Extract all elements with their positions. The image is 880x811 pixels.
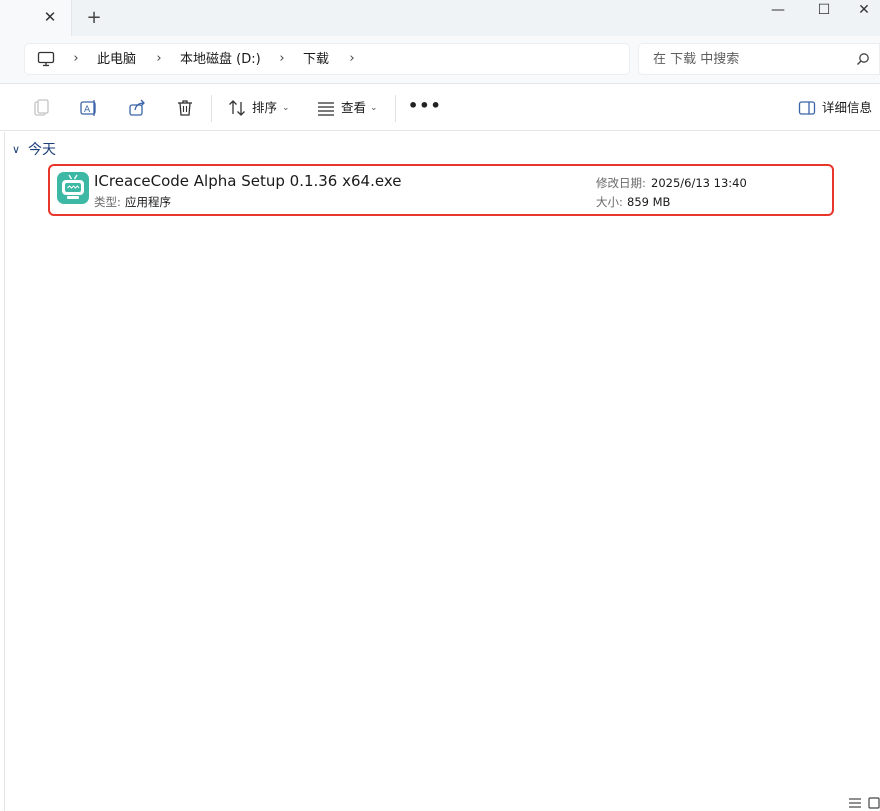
details-pane-icon	[798, 101, 816, 115]
chevron-down-icon: ⌄	[370, 103, 378, 113]
modified-date-key: 修改日期:	[596, 176, 646, 190]
breadcrumb-chevron-icon[interactable]: ›	[347, 50, 357, 68]
breadcrumb-chevron-icon[interactable]: ›	[277, 50, 287, 68]
file-name: ICreaceCode Alpha Setup 0.1.36 x64.exe	[94, 172, 402, 190]
address-row: › 此电脑 › 本地磁盘 (D:) › 下载 › 在 下载 中搜索	[0, 36, 880, 84]
file-row[interactable]: ICreaceCode Alpha Setup 0.1.36 x64.exe 类…	[48, 164, 834, 216]
share-icon[interactable]	[127, 98, 147, 118]
details-pane-button[interactable]: 详细信息	[796, 85, 880, 131]
tiles-view-icon[interactable]	[868, 797, 880, 809]
maximize-button[interactable]: ☐	[802, 0, 846, 22]
breadcrumb-chevron-icon[interactable]: ›	[154, 50, 164, 68]
toolbar-divider	[211, 95, 212, 122]
computer-icon[interactable]	[37, 51, 55, 67]
file-list	[0, 132, 880, 811]
title-bar: ✕ + — ☐ ✕	[0, 0, 880, 36]
search-input[interactable]: 在 下载 中搜索	[638, 43, 880, 75]
svg-text:A: A	[84, 105, 91, 115]
group-title: 今天	[28, 142, 56, 158]
close-tab-icon[interactable]: ✕	[41, 8, 59, 26]
view-label: 查看	[341, 100, 367, 115]
file-size-key: 大小:	[596, 195, 623, 209]
rename-icon[interactable]: A	[79, 98, 99, 118]
chevron-down-icon[interactable]: ∨	[12, 140, 20, 160]
breadcrumb-downloads[interactable]: 下载	[303, 50, 329, 70]
chevron-down-icon: ⌄	[282, 103, 290, 113]
pane-divider	[4, 132, 5, 811]
details-label: 详细信息	[822, 100, 873, 115]
more-options-button[interactable]: •••	[408, 97, 441, 117]
breadcrumb-local-disk[interactable]: 本地磁盘 (D:)	[180, 50, 261, 70]
toolbar-divider	[395, 95, 396, 122]
file-type-value: 应用程序	[125, 195, 171, 209]
sort-icon	[229, 100, 245, 116]
modified-date-value: 2025/6/13 13:40	[651, 176, 747, 190]
file-type-key: 类型:	[94, 195, 121, 209]
search-icon[interactable]	[856, 52, 870, 66]
close-window-button[interactable]: ✕	[842, 0, 880, 22]
sort-label: 排序	[252, 100, 278, 115]
paste-icon[interactable]	[31, 98, 51, 118]
minimize-button[interactable]: —	[756, 0, 800, 22]
sort-button[interactable]: 排序 ⌄	[224, 85, 296, 131]
delete-icon[interactable]	[175, 98, 195, 118]
address-bar[interactable]: › 此电脑 › 本地磁盘 (D:) › 下载 ›	[24, 43, 630, 75]
search-placeholder: 在 下载 中搜索	[653, 52, 740, 67]
new-tab-button[interactable]: +	[84, 8, 104, 28]
view-icon	[318, 102, 334, 116]
view-button[interactable]: 查看 ⌄	[314, 85, 386, 131]
command-bar: A 排序 ⌄ 查看 ⌄ ••• 详细信息	[0, 85, 880, 131]
app-icon	[57, 172, 89, 204]
breadcrumb-this-pc[interactable]: 此电脑	[97, 50, 136, 70]
breadcrumb-chevron-icon[interactable]: ›	[71, 50, 81, 68]
file-size-value: 859 MB	[627, 195, 671, 209]
tab-downloads[interactable]: ✕	[0, 0, 72, 36]
details-view-icon[interactable]	[848, 797, 862, 809]
